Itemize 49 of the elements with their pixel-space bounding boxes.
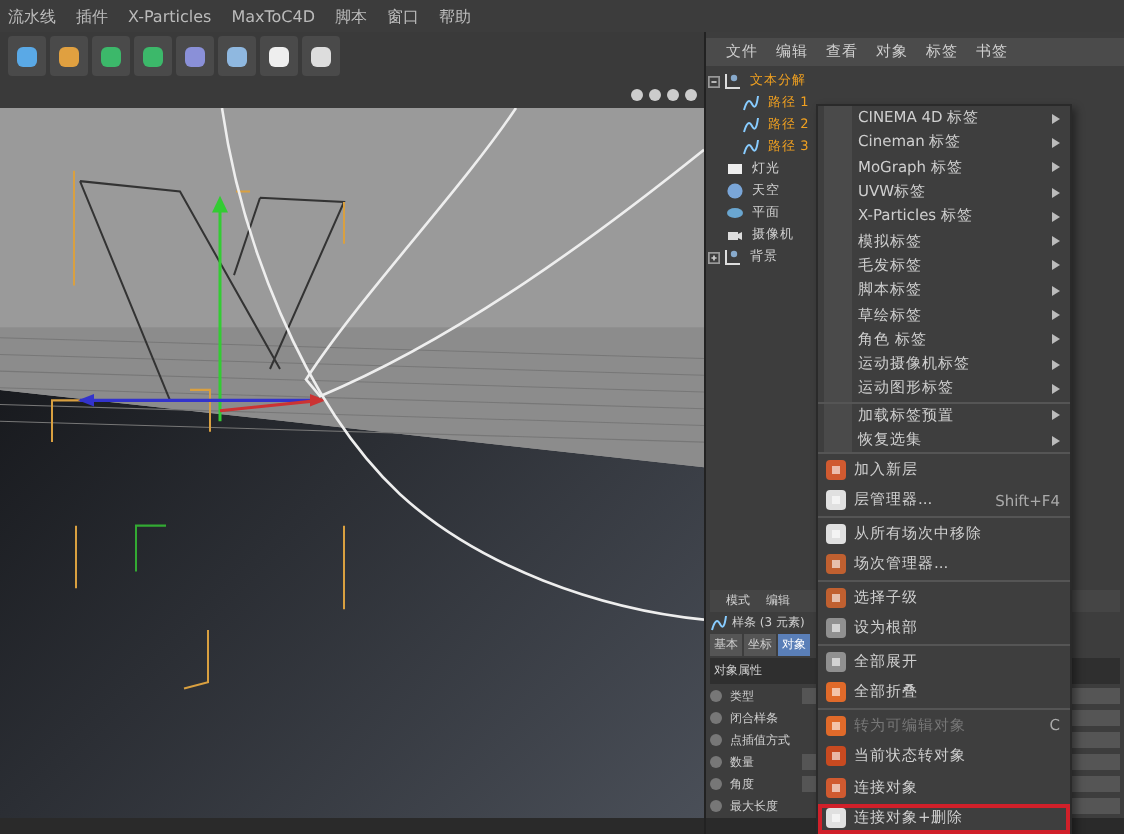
command-icon xyxy=(824,775,848,800)
command-icon xyxy=(824,488,848,513)
collapse-icon[interactable] xyxy=(708,75,720,87)
submenu-arrow-icon xyxy=(1052,236,1060,247)
submenu-arrow-icon xyxy=(1052,187,1060,198)
menu-item[interactable]: 流水线 xyxy=(8,5,56,27)
tool-icon[interactable] xyxy=(302,36,340,76)
null-object-icon xyxy=(724,248,742,266)
submenu-arrow-icon xyxy=(1052,113,1060,124)
command-icon xyxy=(824,649,848,674)
menu-item[interactable]: 插件 xyxy=(76,5,108,27)
submenu-arrow-icon xyxy=(1052,260,1060,271)
command-icon xyxy=(824,744,848,769)
tool-icon[interactable] xyxy=(134,36,172,76)
null-object-icon xyxy=(724,72,742,90)
light-icon xyxy=(726,160,744,178)
submenu-arrow-icon xyxy=(1052,359,1060,370)
tool-icon[interactable] xyxy=(260,36,298,76)
camera-icon xyxy=(726,226,744,244)
submenu-arrow-icon xyxy=(1052,211,1060,222)
menu-item[interactable]: MaxToC4D xyxy=(231,7,315,25)
command-icon xyxy=(824,713,848,738)
plane-icon xyxy=(726,204,744,222)
tool-icon[interactable] xyxy=(8,36,46,76)
command-icon xyxy=(824,552,848,577)
submenu-arrow-icon xyxy=(1052,383,1060,394)
command-icon xyxy=(824,616,848,641)
command-icon xyxy=(824,457,848,482)
submenu-arrow-icon xyxy=(1052,410,1060,421)
expand-icon[interactable] xyxy=(708,251,720,263)
submenu-arrow-icon xyxy=(1052,285,1060,296)
tool-icon[interactable] xyxy=(218,36,256,76)
command-icon xyxy=(824,680,848,705)
menu-item[interactable]: X-Particles xyxy=(128,7,212,25)
sky-icon xyxy=(726,182,744,200)
command-icon xyxy=(824,585,848,610)
submenu-arrow-icon xyxy=(1052,435,1060,445)
command-icon xyxy=(824,521,848,546)
command-icon xyxy=(824,806,848,831)
tool-icon[interactable] xyxy=(92,36,130,76)
submenu-arrow-icon xyxy=(1052,310,1060,321)
menu-item[interactable]: 帮助 xyxy=(439,5,471,27)
submenu-arrow-icon xyxy=(1052,334,1060,345)
menu-item[interactable]: 窗口 xyxy=(387,5,419,27)
spline-icon xyxy=(710,614,728,632)
menu-item[interactable]: 脚本 xyxy=(335,5,367,27)
tool-icon[interactable] xyxy=(50,36,88,76)
submenu-arrow-icon xyxy=(1052,137,1060,148)
submenu-arrow-icon xyxy=(1052,162,1060,173)
